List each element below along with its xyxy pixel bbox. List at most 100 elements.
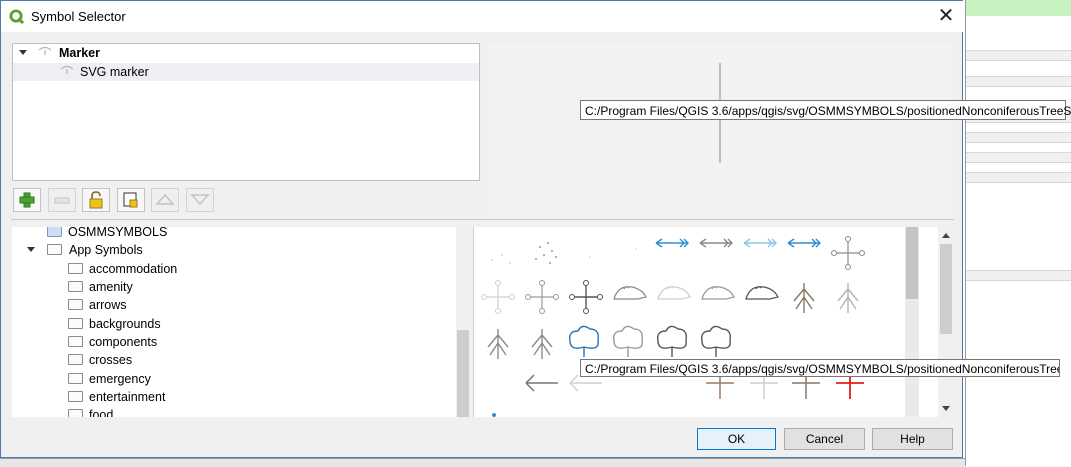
symbol-mouse-outline-faint[interactable] [654,277,694,313]
move-down-button[interactable] [186,188,214,212]
folder-icon [47,244,62,255]
svg-symbol-grid[interactable] [473,227,939,417]
background-row [966,152,1071,163]
folder-icon [68,354,83,365]
ok-button[interactable]: OK [697,428,776,450]
folder-label: emergency [89,372,151,386]
folder-icon [68,409,83,417]
symbol-arrow-left-double-lightblue[interactable] [740,229,780,265]
add-layer-icon [19,192,35,208]
preview-path-tooltip: C:/Program Files/QGIS 3.6/apps/qgis/svg/… [580,100,1071,120]
add-layer-button[interactable] [13,188,41,212]
symbol-partial[interactable] [484,407,524,417]
symbol-dots-faint[interactable] [614,235,654,271]
symbol-dots-faint[interactable] [482,235,522,271]
section-divider [11,219,954,220]
symbol-cross-circles-dark[interactable] [566,279,606,315]
symbol-arrow-left-grey[interactable] [522,367,562,403]
svg-folder-tree[interactable]: OSMMSYMBOLS App Symbols accommodation am… [12,227,470,417]
folder-label: crosses [89,353,133,367]
remove-layer-icon [54,197,70,204]
svg-marker-icon [60,65,74,74]
symbol-grid-scrollbar[interactable] [938,227,954,417]
symbol-path-tooltip: C:/Program Files/QGIS 3.6/apps/qgis/svg/… [580,359,1060,377]
symbol-arrow-left-double-blue[interactable] [784,229,824,265]
symbol-cross-circles-grey[interactable] [522,279,562,315]
folder-label: amenity [89,280,133,294]
symbol-mouse-outline-grey[interactable] [610,277,650,313]
folder-label: App Symbols [69,243,143,257]
symbol-dots-scatter[interactable] [526,235,566,271]
duplicate-layer-button[interactable] [117,188,145,212]
background-row [966,132,1071,143]
symbol-conifer-tree-grey[interactable] [478,325,518,361]
symbol-broadleaf-tree-grey[interactable] [608,323,648,359]
folder-label: OSMMSYMBOLS [68,227,168,239]
remove-layer-button[interactable] [48,188,76,212]
tree-item-marker[interactable]: Marker [13,44,479,62]
folder-icon [68,281,83,292]
folder-icon [47,227,62,237]
symbol-cross-circles-grey[interactable] [828,235,868,271]
symbol-broadleaf-tree-blue[interactable] [564,323,604,359]
symbol-dots-faint[interactable] [570,235,610,271]
folder-item-app-symbols[interactable]: App Symbols [27,241,227,259]
dialog-title: Symbol Selector [31,9,126,24]
scroll-up-icon[interactable] [942,233,950,238]
folder-label: components [89,335,158,349]
scrollbar-thumb[interactable] [457,330,469,417]
symbol-conifer-tree-brown[interactable] [784,279,824,315]
folder-icon [68,263,83,274]
symbol-preview [488,43,953,215]
folder-label: food [89,408,114,417]
symbol-mouse-outline-dark[interactable] [742,277,782,313]
folder-icon [68,318,83,329]
symbol-arrow-left-double-blue[interactable] [652,229,692,265]
title-bar: Symbol Selector ✕ [1,1,964,32]
folder-icon [68,391,83,402]
tree-item-marker-label: Marker [59,46,100,60]
tree-item-svg-marker-label: SVG marker [80,65,149,79]
expand-arrow-icon[interactable] [19,50,28,56]
symbol-conifer-tree-grey[interactable] [828,279,868,315]
symbol-arrow-left-double-grey[interactable] [696,229,736,265]
marker-layer-icon [38,46,52,55]
scrollbar-thumb[interactable] [906,227,918,299]
folder-icon [68,299,83,310]
folder-icon [68,373,83,384]
scrollbar-thumb[interactable] [940,244,952,334]
qgis-logo-icon [9,9,24,24]
folder-icon [68,336,83,347]
folder-label: accommodation [89,262,178,276]
background-row [966,50,1071,61]
background-row [966,76,1071,87]
symbol-mouse-outline-grey[interactable] [698,277,738,313]
folder-label: backgrounds [89,317,161,331]
help-button[interactable]: Help [872,428,953,450]
symbol-broadleaf-tree-dark[interactable] [652,323,692,359]
background-app-header [966,0,1071,16]
folder-label: arrows [89,298,127,312]
tree-item-svg-marker[interactable]: SVG marker [13,63,479,81]
symbol-grid-inner-scrollbar[interactable] [905,227,919,417]
symbol-layer-tree[interactable]: Marker SVG marker [12,43,480,181]
move-up-icon [155,193,175,205]
background-app-window [965,0,1071,466]
folder-label: entertainment [89,390,166,404]
close-button[interactable]: ✕ [931,4,961,28]
scroll-down-icon[interactable] [942,406,950,411]
crosshair-marker-preview [669,63,771,163]
background-row [966,172,1071,183]
symbol-conifer-tree-grey[interactable] [522,325,562,361]
folder-tree-scrollbar[interactable] [456,227,470,417]
lock-layer-button[interactable] [82,188,110,212]
symbol-cross-circles-faint[interactable] [478,279,518,315]
duplicate-icon [123,192,138,208]
lock-icon [89,191,103,209]
move-down-icon [190,194,210,206]
background-row [966,270,1071,281]
expand-arrow-icon[interactable] [27,247,36,253]
cancel-button[interactable]: Cancel [784,428,865,450]
move-up-button[interactable] [151,188,179,212]
symbol-broadleaf-tree-dark[interactable] [696,323,736,359]
